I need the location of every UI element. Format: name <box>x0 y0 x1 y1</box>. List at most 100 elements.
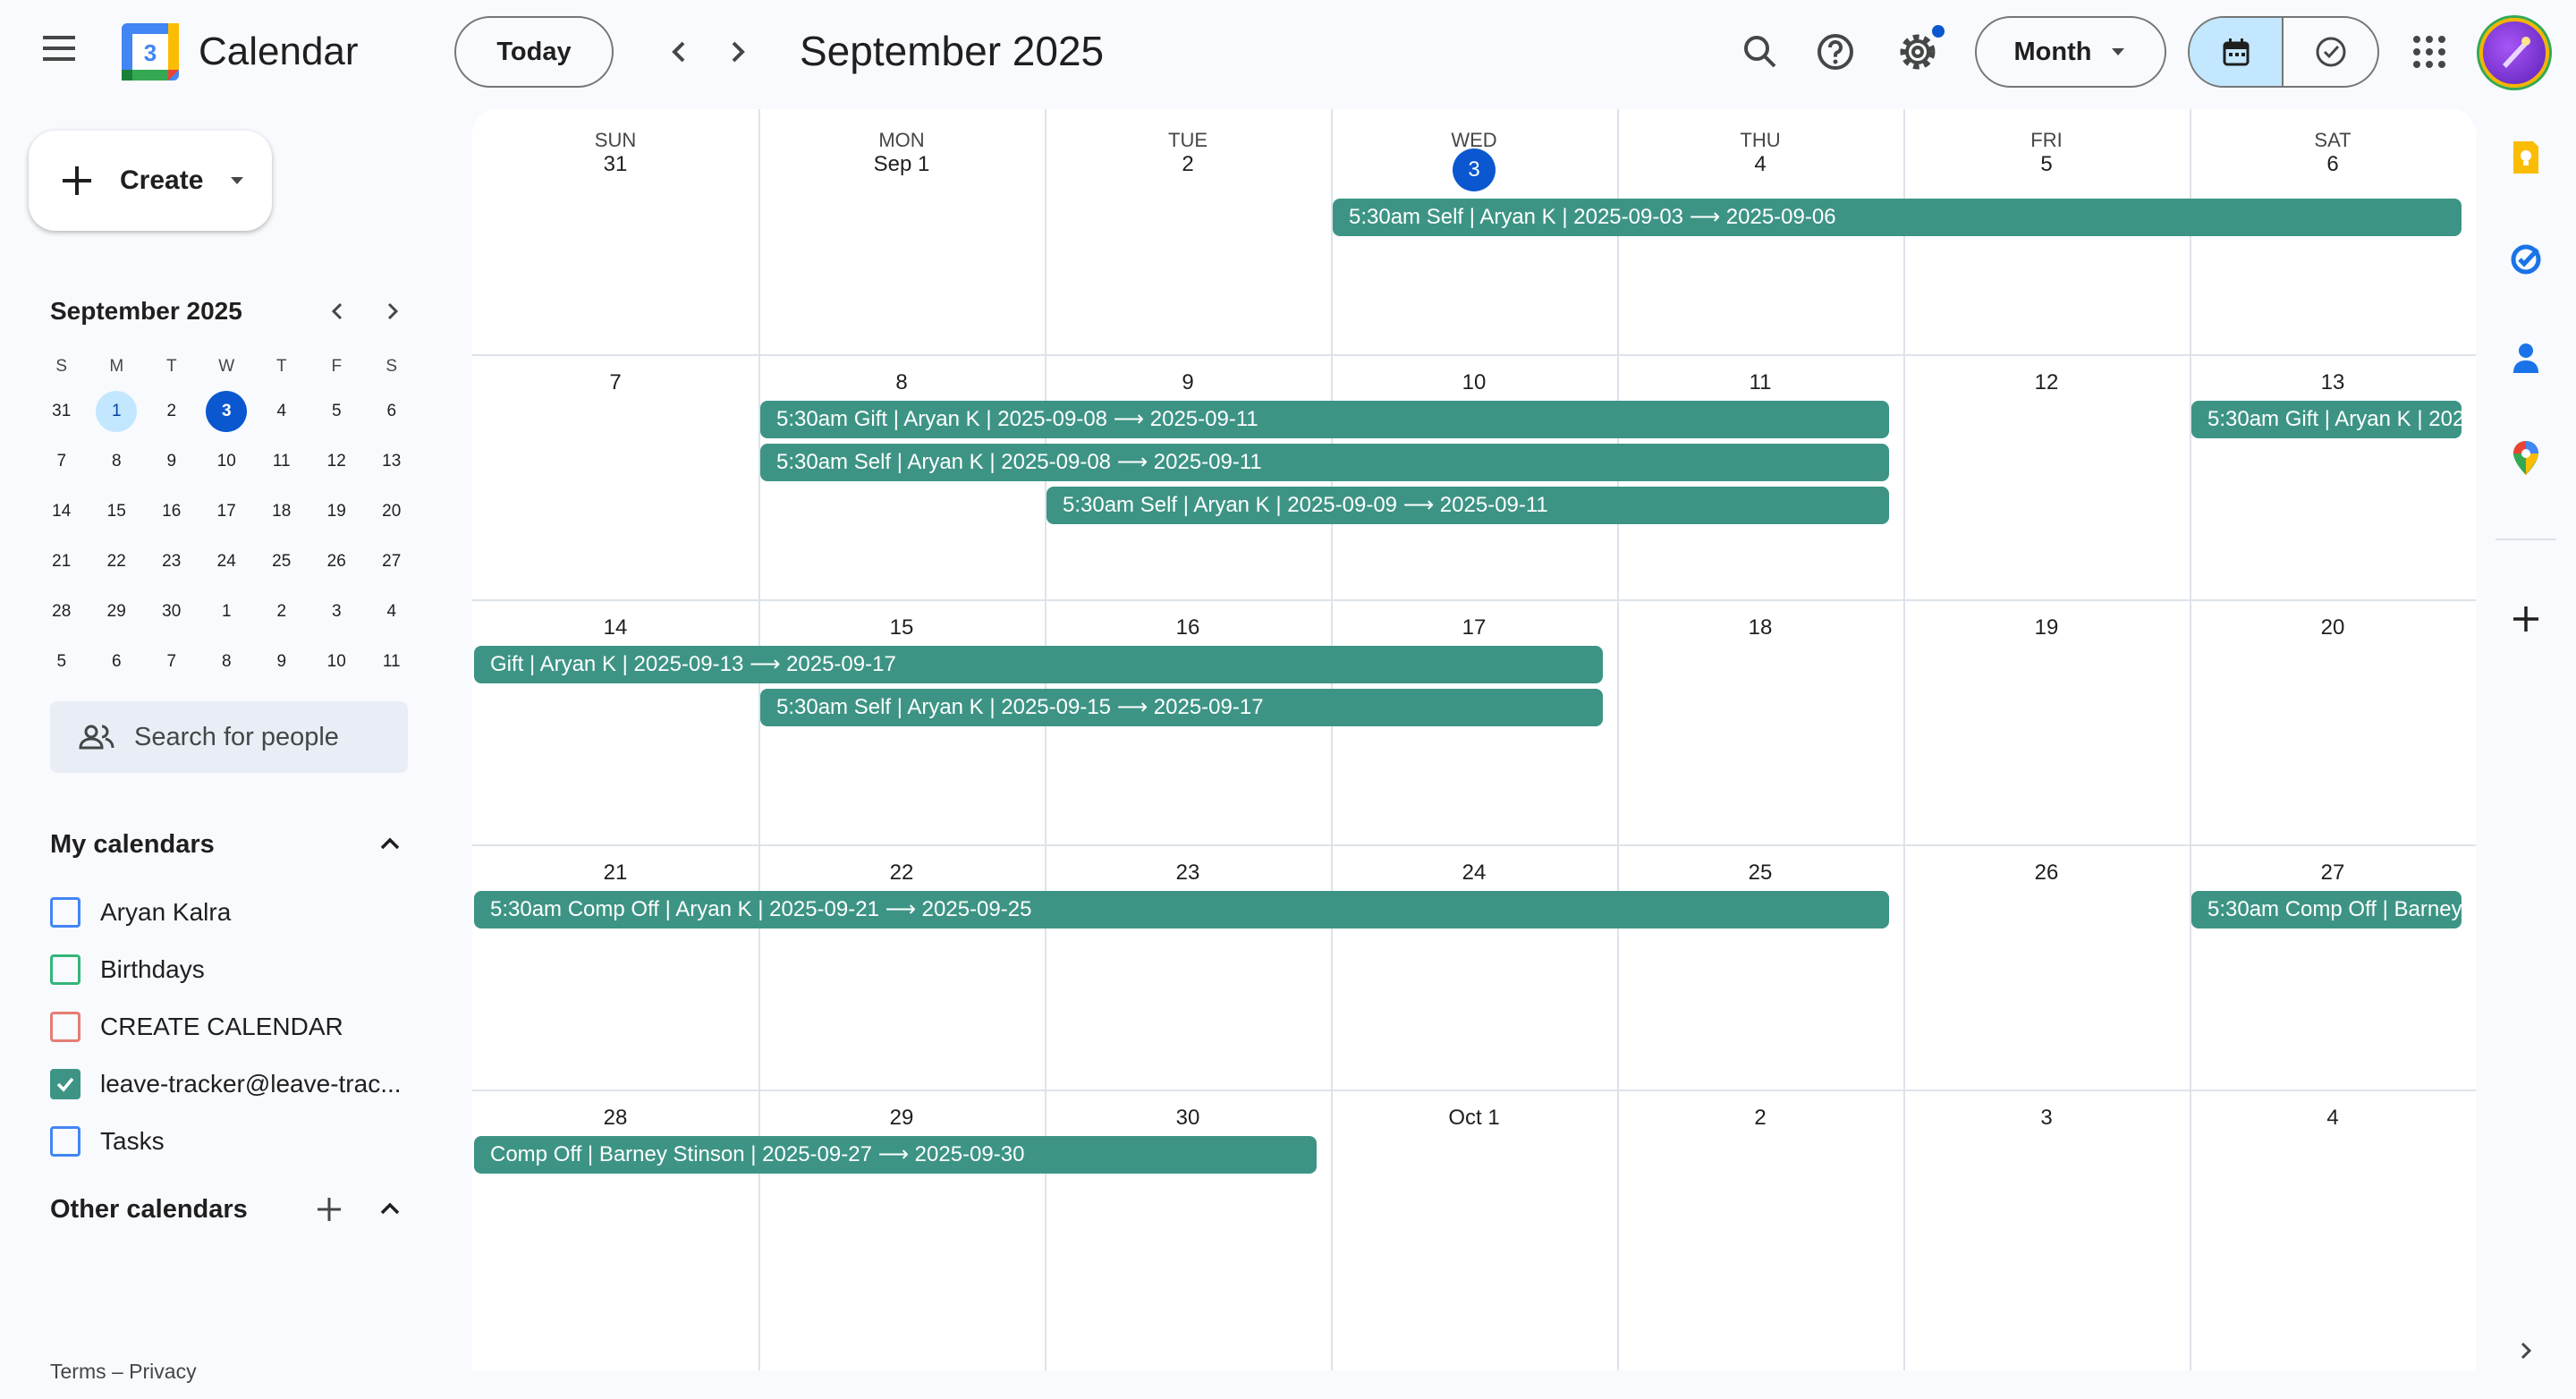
mini-calendar-day[interactable]: 7 <box>144 641 199 683</box>
mini-calendar-prev-button[interactable] <box>322 295 354 327</box>
day-number[interactable]: 7 <box>472 370 758 395</box>
mini-calendar-day[interactable]: 15 <box>89 491 145 532</box>
mini-calendar-day[interactable]: 6 <box>364 391 419 432</box>
event-chip[interactable]: 5:30am Comp Off | Barney Stinson | 2025-… <box>2191 891 2462 928</box>
mini-calendar-day[interactable]: 3 <box>199 391 255 432</box>
calendar-list-item[interactable]: CREATE CALENDAR <box>50 1009 343 1045</box>
day-number[interactable]: 5 <box>1903 152 2190 177</box>
day-number[interactable]: 4 <box>2190 1106 2476 1131</box>
mini-calendar-day[interactable]: 16 <box>144 491 199 532</box>
day-number[interactable]: 3 <box>1331 148 1617 191</box>
day-number[interactable]: 9 <box>1045 370 1331 395</box>
mini-calendar-day[interactable]: 31 <box>34 391 89 432</box>
mini-calendar-day[interactable]: 22 <box>89 541 145 582</box>
mini-calendar-day[interactable]: 7 <box>34 441 89 482</box>
calendar-checkbox[interactable] <box>50 1126 80 1157</box>
day-number[interactable]: 8 <box>758 370 1045 395</box>
mini-calendar-day[interactable]: 9 <box>254 641 309 683</box>
mini-calendar-day[interactable]: 9 <box>144 441 199 482</box>
mini-calendar-day[interactable]: 3 <box>309 591 365 632</box>
add-other-calendar-button[interactable] <box>313 1193 345 1225</box>
create-button[interactable]: Create <box>29 131 272 231</box>
previous-month-button[interactable] <box>660 32 699 72</box>
mini-calendar-day[interactable]: 12 <box>309 441 365 482</box>
my-calendars-collapse-button[interactable] <box>374 828 406 861</box>
account-avatar[interactable] <box>2479 18 2549 88</box>
search-button[interactable] <box>1739 30 1782 73</box>
day-number[interactable]: 30 <box>1045 1106 1331 1131</box>
calendar-checkbox[interactable] <box>50 954 80 985</box>
day-number[interactable]: 13 <box>2190 370 2476 395</box>
day-number[interactable]: 20 <box>2190 615 2476 640</box>
maps-button[interactable] <box>2508 440 2544 476</box>
day-number[interactable]: 10 <box>1331 370 1617 395</box>
calendar-checkbox[interactable] <box>50 897 80 928</box>
day-number[interactable]: 15 <box>758 615 1045 640</box>
mini-calendar-day[interactable]: 25 <box>254 541 309 582</box>
mini-calendar-day[interactable]: 8 <box>89 441 145 482</box>
calendar-list-item[interactable]: Tasks <box>50 1123 165 1159</box>
event-chip[interactable]: 5:30am Self | Aryan K | 2025-09-15 ⟶ 202… <box>760 689 1603 726</box>
mini-calendar-day[interactable]: 4 <box>364 591 419 632</box>
calendar-list-item[interactable]: Birthdays <box>50 952 205 988</box>
expand-side-panel-button[interactable] <box>2508 1333 2544 1369</box>
mini-calendar-day[interactable]: 30 <box>144 591 199 632</box>
day-number[interactable]: 31 <box>472 152 758 177</box>
day-number[interactable]: 2 <box>1045 152 1331 177</box>
day-number[interactable]: 6 <box>2190 152 2476 177</box>
view-selector[interactable]: Month <box>1975 16 2166 88</box>
event-chip[interactable]: 5:30am Self | Aryan K | 2025-09-03 ⟶ 202… <box>1333 199 2462 236</box>
day-number[interactable]: 25 <box>1617 861 1903 886</box>
day-number[interactable]: 16 <box>1045 615 1331 640</box>
mini-calendar-day[interactable]: 20 <box>364 491 419 532</box>
mini-calendar-day[interactable]: 10 <box>309 641 365 683</box>
mini-calendar-day[interactable]: 29 <box>89 591 145 632</box>
mini-calendar-day[interactable]: 23 <box>144 541 199 582</box>
mini-calendar-next-button[interactable] <box>376 295 408 327</box>
mini-calendar-day[interactable]: 5 <box>34 641 89 683</box>
mini-calendar-day[interactable]: 24 <box>199 541 255 582</box>
help-button[interactable] <box>1814 30 1857 73</box>
event-chip[interactable]: 5:30am Self | Aryan K | 2025-09-09 ⟶ 202… <box>1046 487 1889 524</box>
day-number[interactable]: 2 <box>1617 1106 1903 1131</box>
other-calendars-collapse-button[interactable] <box>374 1193 406 1225</box>
event-chip[interactable]: Comp Off | Barney Stinson | 2025-09-27 ⟶… <box>474 1136 1317 1174</box>
mini-calendar-day[interactable]: 5 <box>309 391 365 432</box>
calendar-checkbox[interactable] <box>50 1012 80 1042</box>
mini-calendar-day[interactable]: 2 <box>144 391 199 432</box>
day-number[interactable]: Sep 1 <box>758 152 1045 177</box>
mini-calendar-day[interactable]: 1 <box>199 591 255 632</box>
calendar-view-toggle[interactable] <box>2190 18 2284 86</box>
day-number[interactable]: 4 <box>1617 152 1903 177</box>
mini-calendar-day[interactable]: 21 <box>34 541 89 582</box>
day-number[interactable]: 23 <box>1045 861 1331 886</box>
mini-calendar-day[interactable]: 14 <box>34 491 89 532</box>
mini-calendar-day[interactable]: 2 <box>254 591 309 632</box>
mini-calendar-day[interactable]: 11 <box>364 641 419 683</box>
contacts-button[interactable] <box>2508 340 2544 376</box>
day-number[interactable]: 18 <box>1617 615 1903 640</box>
mini-calendar-day[interactable]: 1 <box>89 391 145 432</box>
day-number[interactable]: 11 <box>1617 370 1903 395</box>
get-add-ons-button[interactable] <box>2508 601 2544 637</box>
event-chip[interactable]: Gift | Aryan K | 2025-09-13 ⟶ 2025-09-17 <box>474 646 1603 683</box>
day-number[interactable]: 19 <box>1903 615 2190 640</box>
day-number[interactable]: 26 <box>1903 861 2190 886</box>
keep-button[interactable] <box>2508 140 2544 175</box>
mini-calendar-day[interactable]: 19 <box>309 491 365 532</box>
mini-calendar-day[interactable]: 13 <box>364 441 419 482</box>
day-number[interactable]: 22 <box>758 861 1045 886</box>
day-number[interactable]: 28 <box>472 1106 758 1131</box>
next-month-button[interactable] <box>717 32 757 72</box>
mini-calendar-day[interactable]: 26 <box>309 541 365 582</box>
day-number[interactable]: 3 <box>1903 1106 2190 1131</box>
tasks-button[interactable] <box>2508 242 2544 277</box>
mini-calendar-day[interactable]: 4 <box>254 391 309 432</box>
mini-calendar-day[interactable]: 8 <box>199 641 255 683</box>
mini-calendar-day[interactable]: 11 <box>254 441 309 482</box>
terms-privacy-links[interactable]: Terms – Privacy <box>50 1360 197 1384</box>
day-number[interactable]: 27 <box>2190 861 2476 886</box>
day-number[interactable]: 17 <box>1331 615 1617 640</box>
day-number[interactable]: 12 <box>1903 370 2190 395</box>
day-number[interactable]: Oct 1 <box>1331 1106 1617 1131</box>
